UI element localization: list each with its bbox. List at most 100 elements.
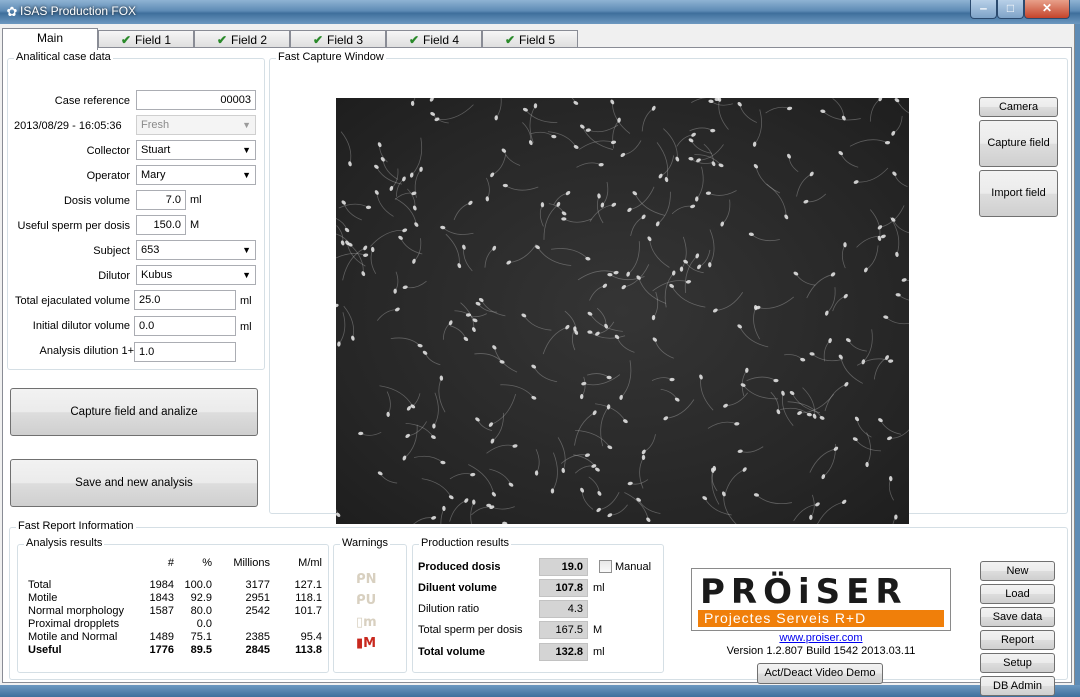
- microscope-video-frame[interactable]: [336, 98, 909, 524]
- main-tab-panel: Analitical case data Case reference 0000…: [2, 47, 1072, 696]
- version-text: Version 1.2.807 Build 1542 2013.03.11: [726, 645, 916, 657]
- chevron-down-icon: ▼: [242, 270, 251, 280]
- dilutor-select[interactable]: Kubus ▼: [136, 265, 256, 285]
- analysis-cell-pct: 100.0: [184, 579, 212, 591]
- close-button[interactable]: ✕: [1024, 0, 1070, 19]
- analysis-cell-n: 1489: [149, 631, 174, 643]
- manual-checkbox[interactable]: [599, 560, 612, 573]
- dilution-ratio-value: 4.3: [539, 600, 588, 618]
- analysis-dilution-field[interactable]: 1.0: [134, 342, 236, 362]
- subject-select[interactable]: 653 ▼: [136, 240, 256, 260]
- chevron-down-icon: ▼: [242, 120, 251, 130]
- case-reference-label: Case reference: [54, 95, 130, 107]
- import-field-button[interactable]: Import field: [979, 170, 1058, 217]
- analysis-row: Total 1984 100.0 3177 127.1: [18, 579, 328, 592]
- initial-dilutor-unit: ml: [240, 321, 252, 333]
- analysis-cell-n: 1984: [149, 579, 174, 591]
- analysis-cell-pct: 0.0: [196, 618, 212, 630]
- proiser-link[interactable]: www.proiser.com: [691, 632, 951, 644]
- check-icon: ✔: [312, 33, 324, 47]
- warning-normal-icon: ᑭN: [356, 572, 377, 587]
- analysis-cell-label: Normal morphology: [28, 605, 124, 617]
- analysis-cell-pct: 75.1: [190, 631, 212, 643]
- report-button[interactable]: Report: [980, 630, 1055, 650]
- new-button[interactable]: New: [980, 561, 1055, 581]
- capture-window-title: Fast Capture Window: [276, 51, 386, 63]
- sample-type-select: Fresh ▼: [136, 115, 256, 135]
- useful-sperm-label: Useful sperm per dosis: [17, 220, 131, 232]
- analysis-cell-pct: 80.0: [190, 605, 212, 617]
- warnings-title: Warnings: [340, 537, 391, 549]
- analysis-cell-millions: 2845: [245, 644, 270, 656]
- setup-button[interactable]: Setup: [980, 653, 1055, 673]
- analysis-header-row: # % Millions M/ml: [167, 557, 322, 569]
- subject-label: Subject: [93, 245, 130, 257]
- capture-analize-button[interactable]: Capture field and analize: [10, 388, 258, 436]
- case-reference-field[interactable]: 00003: [136, 90, 256, 110]
- dilution-ratio-label: Dilution ratio: [418, 603, 480, 615]
- window-title: ISAS Production FOX: [20, 4, 137, 18]
- camera-button[interactable]: Camera: [979, 97, 1058, 117]
- diluent-volume-label: Diluent volume: [418, 582, 497, 594]
- analysis-cell-label: Proximal dropplets: [28, 618, 120, 630]
- maximize-button[interactable]: □: [997, 0, 1024, 19]
- warnings-group: Warnings ᑭN ᑭU ▯m ▮M: [333, 537, 407, 673]
- total-ejaculated-field[interactable]: 25.0: [134, 290, 236, 310]
- load-button[interactable]: Load: [980, 584, 1055, 604]
- analysis-cell-mml: 113.8: [295, 644, 322, 656]
- total-ejaculated-unit: ml: [240, 295, 252, 307]
- analysis-results-group: Analysis results # % Millions M/ml Total…: [17, 537, 329, 673]
- dosis-volume-label: Dosis volume: [63, 195, 130, 207]
- analysis-row: Proximal dropplets 0.0: [18, 618, 328, 631]
- total-volume-label: Total volume: [418, 646, 486, 658]
- analysis-cell-label: Motile and Normal: [28, 631, 118, 643]
- operator-select[interactable]: Mary ▼: [136, 165, 256, 185]
- produced-dosis-label: Produced dosis: [418, 561, 501, 573]
- report-title: Fast Report Information: [16, 520, 136, 532]
- analysis-row: Useful 1776 89.5 2845 113.8: [18, 644, 328, 657]
- proiser-logo: PRÖiSER Projectes Serveis R+D: [691, 568, 951, 631]
- app-icon: ✿: [6, 4, 18, 19]
- analysis-cell-label: Useful: [28, 644, 62, 656]
- collector-select[interactable]: Stuart ▼: [136, 140, 256, 160]
- analysis-cell-pct: 89.5: [190, 644, 212, 656]
- db-admin-button[interactable]: DB Admin: [980, 676, 1055, 696]
- analysis-cell-n: 1776: [149, 644, 174, 656]
- total-volume-unit: ml: [593, 646, 605, 658]
- case-data-title: Analitical case data: [14, 51, 113, 63]
- window-frame-bottom: [0, 685, 1080, 697]
- useful-sperm-field[interactable]: 150.0: [136, 215, 186, 235]
- total-sperm-label: Total sperm per dosis: [418, 624, 523, 636]
- analysis-dilution-label: Analysis dilution 1+: [39, 345, 134, 357]
- logo-tagline: Projectes Serveis R+D: [698, 610, 944, 627]
- save-new-analysis-button[interactable]: Save and new analysis: [10, 459, 258, 507]
- initial-dilutor-field[interactable]: 0.0: [134, 316, 236, 336]
- analysis-cell-mml: 101.7: [294, 605, 322, 617]
- check-icon: ✔: [504, 33, 516, 47]
- diluent-volume-value: 107.8: [539, 579, 588, 597]
- capture-field-button[interactable]: Capture field: [979, 120, 1058, 167]
- save-data-button[interactable]: Save data: [980, 607, 1055, 627]
- analysis-cell-millions: 2385: [245, 631, 270, 643]
- case-data-group: Analitical case data Case reference 0000…: [7, 51, 265, 370]
- video-demo-button[interactable]: Act/Deact Video Demo: [757, 663, 883, 684]
- initial-dilutor-label: Initial dilutor volume: [32, 320, 130, 332]
- minimize-button[interactable]: ‒: [970, 0, 997, 19]
- dosis-volume-unit: ml: [190, 194, 202, 206]
- dosis-volume-field[interactable]: 7.0: [136, 190, 186, 210]
- collector-label: Collector: [86, 145, 130, 157]
- production-results-title: Production results: [419, 537, 512, 549]
- manual-label: Manual: [615, 561, 652, 573]
- analysis-cell-pct: 92.9: [190, 592, 212, 604]
- total-sperm-unit: M: [593, 624, 603, 636]
- analysis-row: Motile 1843 92.9 2951 118.1: [18, 592, 328, 605]
- check-icon: ✔: [120, 33, 132, 47]
- client-area: Main ✔ Field 1 ✔ Field 2 ✔ Field 3 ✔ Field 4…: [0, 24, 1075, 696]
- chevron-down-icon: ▼: [242, 245, 251, 255]
- chevron-down-icon: ▼: [242, 145, 251, 155]
- analysis-cell-mml: 118.1: [295, 592, 322, 604]
- warning-max-icon: ▮M: [356, 636, 377, 651]
- tab-main[interactable]: Main: [2, 28, 98, 50]
- production-results-group: Production results Produced dosis 19.0 M…: [412, 537, 664, 673]
- window-frame-right: [1075, 24, 1080, 685]
